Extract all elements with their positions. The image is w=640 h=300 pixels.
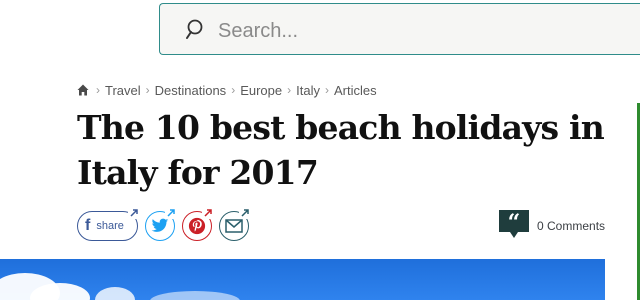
pinterest-share-button[interactable] — [182, 207, 214, 241]
facebook-share-label: share — [96, 220, 124, 232]
share-arrow-icon — [128, 207, 140, 219]
twitter-icon — [151, 218, 169, 232]
svg-text:“: “ — [508, 210, 521, 236]
breadcrumb-separator: › — [231, 83, 236, 97]
search-bar[interactable] — [159, 3, 640, 55]
page-title: The 10 best beach holidays in Italy for … — [77, 108, 605, 192]
breadcrumb-separator: › — [96, 83, 100, 97]
search-icon[interactable] — [184, 18, 206, 42]
comments-link[interactable]: “ 0 Comments — [499, 210, 605, 242]
search-input[interactable] — [216, 15, 640, 47]
comments-count: 0 Comments — [537, 219, 606, 233]
breadcrumb: › Travel › Destinations › Europe › Italy… — [77, 81, 377, 99]
facebook-icon: f — [85, 217, 91, 234]
breadcrumb-item-europe[interactable]: Europe — [240, 83, 282, 98]
breadcrumb-separator: › — [324, 83, 329, 97]
home-icon[interactable] — [77, 84, 89, 96]
facebook-share-button[interactable]: f share — [77, 207, 140, 241]
email-icon — [225, 219, 243, 233]
email-share-button[interactable] — [219, 207, 251, 241]
hero-image — [0, 259, 605, 300]
breadcrumb-item-italy[interactable]: Italy — [296, 83, 320, 98]
share-arrow-icon — [165, 207, 177, 219]
pinterest-icon — [188, 217, 206, 235]
twitter-share-button[interactable] — [145, 207, 177, 241]
breadcrumb-item-destinations[interactable]: Destinations — [155, 83, 227, 98]
breadcrumb-item-articles[interactable]: Articles — [334, 83, 377, 98]
share-arrow-icon — [239, 207, 251, 219]
comment-icon: “ — [499, 210, 529, 238]
breadcrumb-separator: › — [287, 83, 292, 97]
share-bar: f share — [77, 207, 256, 242]
breadcrumb-separator: › — [145, 83, 150, 97]
share-arrow-icon — [202, 207, 214, 219]
breadcrumb-item-travel[interactable]: Travel — [105, 83, 141, 98]
